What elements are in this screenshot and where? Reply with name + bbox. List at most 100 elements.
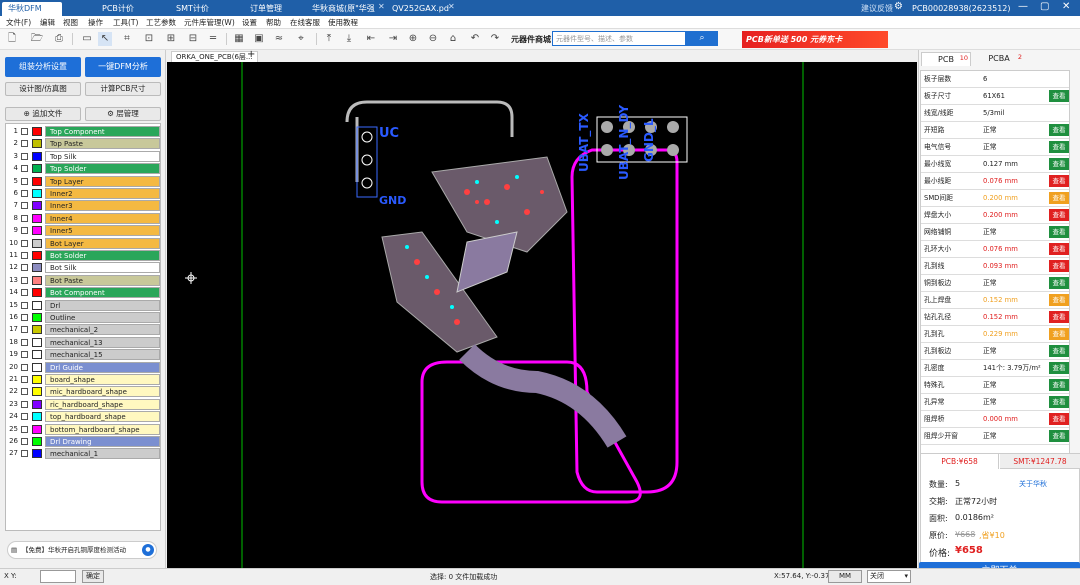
- close-select[interactable]: 关闭 ▾: [867, 570, 911, 583]
- layer-row[interactable]: 11 Bot Solder: [8, 250, 160, 261]
- view-button[interactable]: 查看: [1049, 141, 1069, 153]
- view-button[interactable]: 查看: [1049, 311, 1069, 323]
- layer-visibility-checkbox[interactable]: [21, 202, 28, 210]
- layer-color-swatch[interactable]: [32, 238, 42, 248]
- layer-color-swatch[interactable]: [32, 300, 42, 310]
- promo-notice[interactable]: ▤ 【免费】华秋开启孔铜厚度检测活动 ●: [7, 541, 157, 559]
- layer-color-swatch[interactable]: [32, 226, 42, 236]
- layer-visibility-checkbox[interactable]: [21, 190, 28, 197]
- select-box-icon[interactable]: ▭: [80, 32, 94, 46]
- tab-pcba[interactable]: PCBA 2: [974, 52, 1024, 66]
- menu-edit[interactable]: 编辑: [40, 17, 55, 28]
- tab-huaqiu-dfm[interactable]: 华秋DFM: [2, 2, 62, 16]
- layer-color-swatch[interactable]: [32, 251, 42, 260]
- layer-row[interactable]: 6 Inner2: [8, 188, 160, 199]
- component-search-input[interactable]: 元器件型号、描述、参数: [552, 31, 686, 46]
- layer-row[interactable]: 14 Bot Component: [8, 287, 160, 299]
- layer-color-swatch[interactable]: [32, 412, 42, 422]
- promo-banner[interactable]: PCB新单送 500 元券东卡: [742, 31, 888, 48]
- layer-color-swatch[interactable]: [32, 127, 42, 136]
- view-button[interactable]: 查看: [1049, 260, 1069, 272]
- menu-operate[interactable]: 操作: [88, 17, 103, 28]
- layer-row[interactable]: 20 Drl Guide: [8, 361, 160, 373]
- layer-visibility-checkbox[interactable]: [21, 140, 28, 148]
- layer-row[interactable]: 4 Top Solder: [8, 163, 160, 175]
- one-click-dfm-button[interactable]: 一键DFM分析: [85, 57, 161, 77]
- layer-row[interactable]: 3 Top Silk: [8, 150, 160, 162]
- layer-row[interactable]: 5 Top Layer: [8, 175, 160, 187]
- pcb-canvas[interactable]: UC GND UBAT_TX UBAT_N_DY GND_L: [167, 62, 917, 568]
- menu-process[interactable]: 工艺参数: [146, 17, 176, 28]
- layer-visibility-checkbox[interactable]: [21, 239, 28, 247]
- layer-visibility-checkbox[interactable]: [21, 400, 28, 408]
- layer-color-swatch[interactable]: [32, 189, 42, 198]
- xy-input[interactable]: [40, 570, 76, 583]
- price-tab-smt[interactable]: SMT:¥1247.78: [1000, 454, 1080, 469]
- menu-tutorial[interactable]: 使用教程: [328, 17, 358, 28]
- layer-color-swatch[interactable]: [32, 263, 42, 273]
- close-window-icon[interactable]: ✕: [1062, 1, 1070, 12]
- layer-row[interactable]: 22 mic_hardboard_shape: [8, 386, 160, 398]
- add-tab-icon[interactable]: +: [247, 49, 255, 60]
- view-button[interactable]: 查看: [1049, 226, 1069, 238]
- layer-color-swatch[interactable]: [32, 176, 42, 186]
- align-bottom-icon[interactable]: ⤓: [342, 32, 356, 46]
- layer-row[interactable]: 21 board_shape: [8, 374, 160, 385]
- layer-visibility-checkbox[interactable]: [21, 152, 28, 160]
- trace-icon[interactable]: ≈: [272, 32, 286, 46]
- layer-row[interactable]: 8 Inner4: [8, 212, 160, 224]
- layer-row[interactable]: 2 Top Paste: [8, 138, 160, 150]
- minimize-icon[interactable]: —: [1018, 1, 1028, 12]
- tab-mall[interactable]: 华秋商城(原"华强: [306, 2, 381, 16]
- layer-row[interactable]: 13 Bot Paste: [8, 274, 160, 286]
- layer-color-swatch[interactable]: [32, 399, 42, 409]
- menu-view[interactable]: 视图: [63, 17, 78, 28]
- view-button[interactable]: 查看: [1049, 277, 1069, 289]
- layer-color-swatch[interactable]: [32, 362, 42, 372]
- layer-row[interactable]: 10 Bot Layer: [8, 237, 160, 249]
- menu-tools[interactable]: 工具(T): [113, 17, 138, 28]
- layer-row[interactable]: 17 mechanical_2: [8, 324, 160, 336]
- zoom-in-icon[interactable]: ⊕: [406, 32, 420, 46]
- layer-row[interactable]: 1 Top Component: [8, 126, 160, 137]
- open-folder-icon[interactable]: 🗁: [30, 32, 44, 46]
- price-tab-pcb[interactable]: PCB:¥658: [921, 454, 999, 469]
- layer-color-swatch[interactable]: [32, 164, 42, 174]
- layer-color-swatch[interactable]: [32, 288, 42, 298]
- layer-row[interactable]: 24 top_hardboard_shape: [8, 411, 160, 423]
- menu-support[interactable]: 在线客服: [290, 17, 320, 28]
- menu-help[interactable]: 帮助: [266, 17, 281, 28]
- layer-visibility-checkbox[interactable]: [21, 128, 28, 135]
- layer-color-swatch[interactable]: [32, 375, 42, 384]
- layer-visibility-checkbox[interactable]: [21, 413, 28, 421]
- layer-color-swatch[interactable]: [32, 387, 42, 397]
- layer-visibility-checkbox[interactable]: [21, 252, 28, 259]
- close-tab-icon[interactable]: ✕: [378, 2, 385, 11]
- layer-color-swatch[interactable]: [32, 449, 42, 459]
- layer-row[interactable]: 7 Inner3: [8, 200, 160, 212]
- layer-color-swatch[interactable]: [32, 139, 42, 149]
- view-button[interactable]: 查看: [1049, 209, 1069, 221]
- view-button[interactable]: 查看: [1049, 345, 1069, 357]
- layer-color-swatch[interactable]: [32, 350, 42, 360]
- layer-visibility-checkbox[interactable]: [21, 338, 28, 346]
- tab-orders[interactable]: 订单管理: [244, 2, 288, 16]
- layer-row[interactable]: 26 Drl Drawing: [8, 436, 160, 447]
- layer-visibility-checkbox[interactable]: [21, 177, 28, 185]
- layer-icon[interactable]: ⊟: [186, 32, 200, 46]
- chat-icon[interactable]: ●: [142, 544, 154, 556]
- view-button[interactable]: 查看: [1049, 413, 1069, 425]
- print-icon[interactable]: ⎙: [52, 32, 66, 46]
- layer-visibility-checkbox[interactable]: [21, 438, 28, 445]
- layer-visibility-checkbox[interactable]: [21, 289, 28, 297]
- layer-row[interactable]: 23 ric_hardboard_shape: [8, 398, 160, 410]
- layer-visibility-checkbox[interactable]: [21, 301, 28, 309]
- layer-color-swatch[interactable]: [32, 437, 42, 446]
- layer-row[interactable]: 18 mechanical_13: [8, 336, 160, 348]
- notification-icon[interactable]: ⚙: [894, 1, 903, 12]
- calc-pcb-size-button[interactable]: 计算PCB尺寸: [85, 82, 161, 96]
- layer-visibility-checkbox[interactable]: [21, 165, 28, 173]
- tab-document[interactable]: QV252GAX.pd: [386, 2, 455, 16]
- pointer-icon[interactable]: ↖: [98, 32, 112, 46]
- feedback-link[interactable]: 建议反馈: [855, 2, 899, 16]
